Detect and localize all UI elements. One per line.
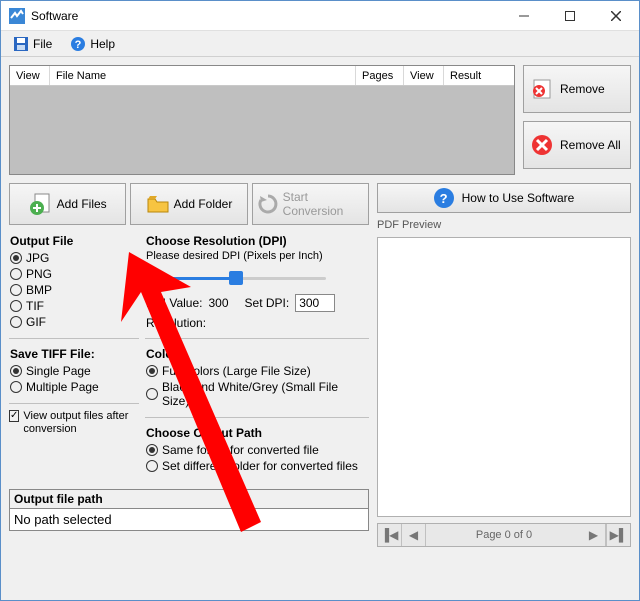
remove-button[interactable]: Remove — [523, 65, 631, 113]
start-conversion-button[interactable]: Start Conversion — [252, 183, 369, 225]
pdf-preview — [377, 237, 631, 517]
how-to-use-button[interactable]: ? How to Use Software — [377, 183, 631, 213]
menu-help[interactable]: ? Help — [66, 34, 119, 54]
title-bar: Software — [1, 1, 639, 31]
dpi-value-label: DPI Value: — [146, 296, 202, 310]
delete-icon — [530, 77, 554, 101]
radio-png[interactable]: PNG — [10, 266, 138, 282]
radio-bmp[interactable]: BMP — [10, 282, 138, 298]
add-files-button[interactable]: Add Files — [9, 183, 126, 225]
minimize-button[interactable] — [501, 1, 547, 31]
output-path-box: Output file path No path selected — [9, 489, 369, 531]
help-circle-icon: ? — [434, 188, 454, 208]
menu-file[interactable]: File — [9, 34, 56, 54]
preview-pager: ▐◀ ◀ Page 0 of 0 ▶ ▶▌ — [377, 523, 631, 547]
radio-fullcolor[interactable]: Full Colors (Large File Size) — [146, 363, 368, 379]
resolution-label: Resolution: — [146, 316, 206, 330]
delete-all-icon — [530, 133, 554, 157]
svg-text:?: ? — [75, 39, 82, 51]
radio-tif[interactable]: TIF — [10, 298, 138, 314]
col-view1[interactable]: View — [10, 66, 50, 85]
app-window: Software File ? Help View File Name Page… — [0, 0, 640, 601]
menu-file-label: File — [33, 37, 52, 51]
close-button[interactable] — [593, 1, 639, 31]
folder-icon — [146, 192, 170, 216]
remove-all-button[interactable]: Remove All — [523, 121, 631, 169]
tiff-title: Save TIFF File: — [10, 347, 138, 361]
resolution-title: Choose Resolution (DPI) — [146, 234, 368, 248]
colors-title: Colors — [146, 347, 368, 361]
app-icon — [9, 8, 25, 24]
col-pages[interactable]: Pages — [356, 66, 404, 85]
remove-label: Remove — [560, 82, 605, 96]
prev-page-button[interactable]: ◀ — [402, 524, 426, 546]
remove-all-label: Remove All — [560, 138, 621, 152]
col-result[interactable]: Result — [444, 66, 514, 85]
save-icon — [13, 36, 29, 52]
content-area: View File Name Pages View Result Remove … — [1, 57, 639, 600]
radio-difffolder[interactable]: Set different folder for converted files — [146, 458, 368, 474]
output-path-label: Output file path — [10, 490, 368, 508]
dpi-slider[interactable] — [146, 268, 326, 288]
radio-jpg[interactable]: JPG — [10, 250, 138, 266]
col-view2[interactable]: View — [404, 66, 444, 85]
view-after-checkbox[interactable]: ✓ View output files after conversion — [9, 409, 139, 437]
start-label: Start Conversion — [283, 190, 364, 218]
output-file-title: Output File — [10, 234, 138, 248]
last-page-button[interactable]: ▶▌ — [606, 524, 630, 546]
output-path-value[interactable]: No path selected — [10, 508, 368, 530]
set-dpi-input[interactable] — [295, 294, 335, 312]
first-page-button[interactable]: ▐◀ — [378, 524, 402, 546]
add-folder-button[interactable]: Add Folder — [130, 183, 247, 225]
set-dpi-label: Set DPI: — [245, 296, 290, 310]
radio-tiff-multi[interactable]: Multiple Page — [10, 379, 138, 395]
next-page-button[interactable]: ▶ — [582, 524, 606, 546]
add-file-icon — [29, 192, 53, 216]
window-title: Software — [31, 9, 501, 23]
output-path-title: Choose Output Path — [146, 426, 368, 440]
radio-samefolder[interactable]: Same folder for converted file — [146, 442, 368, 458]
radio-bw[interactable]: Black and White/Grey (Small File Size) — [146, 379, 368, 409]
add-files-label: Add Files — [57, 197, 107, 211]
col-filename[interactable]: File Name — [50, 66, 356, 85]
add-folder-label: Add Folder — [174, 197, 233, 211]
preview-label: PDF Preview — [377, 219, 631, 231]
menu-help-label: Help — [90, 37, 115, 51]
how-to-use-label: How to Use Software — [462, 191, 575, 205]
resolution-hint: Please desired DPI (Pixels per Inch) — [146, 250, 368, 262]
file-list[interactable]: View File Name Pages View Result — [9, 65, 515, 175]
file-list-header: View File Name Pages View Result — [10, 66, 514, 86]
page-indicator: Page 0 of 0 — [426, 529, 582, 541]
radio-gif[interactable]: GIF — [10, 314, 138, 330]
maximize-button[interactable] — [547, 1, 593, 31]
dpi-value: 300 — [208, 296, 228, 310]
refresh-icon — [257, 193, 279, 215]
help-icon: ? — [70, 36, 86, 52]
menu-bar: File ? Help — [1, 31, 639, 57]
radio-tiff-single[interactable]: Single Page — [10, 363, 138, 379]
